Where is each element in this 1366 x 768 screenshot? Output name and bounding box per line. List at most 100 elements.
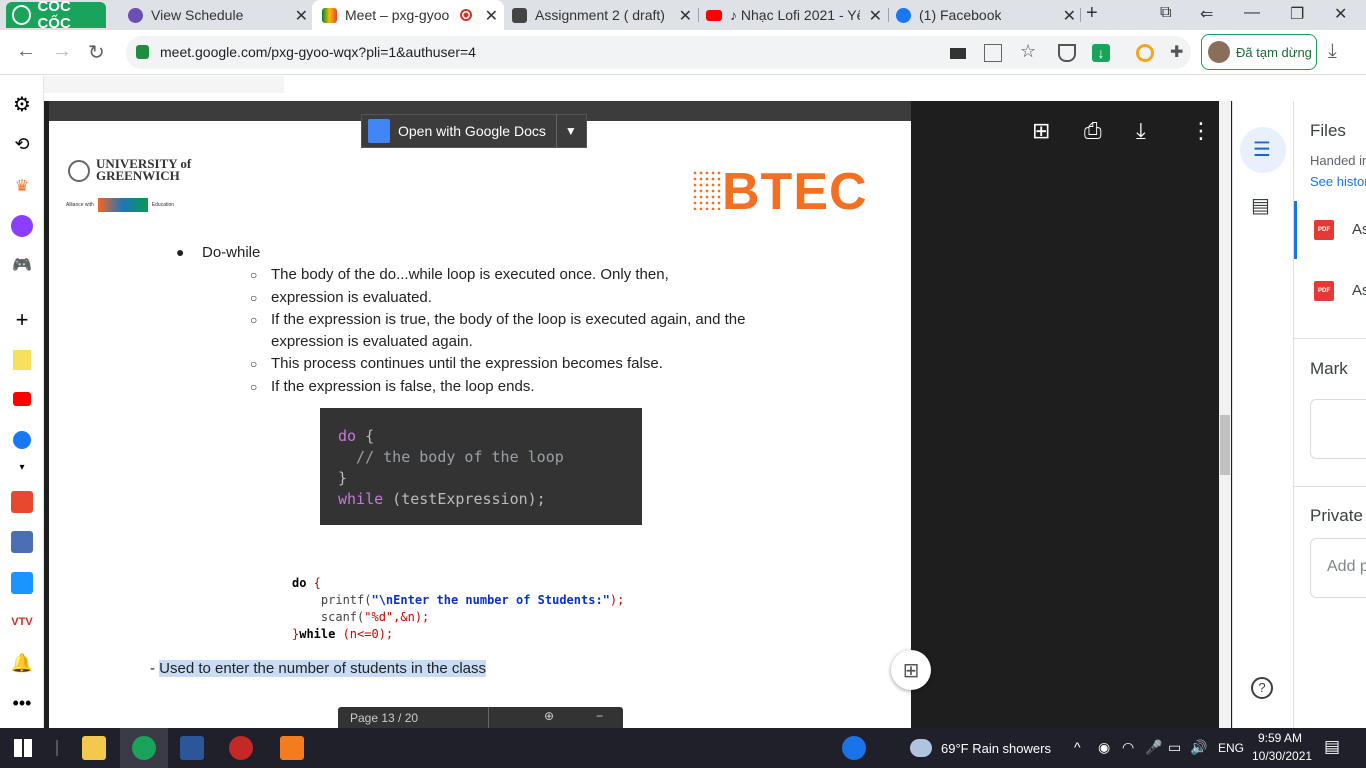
maximize-icon[interactable]: ❐ [1290,4,1304,24]
download-icon[interactable]: ⤓ [1136,118,1146,144]
reload-icon[interactable]: ↻ [88,40,105,65]
meet-tray-icon[interactable]: ◉ [1098,739,1110,756]
shield-icon[interactable] [1058,44,1076,62]
translate-icon[interactable] [984,44,1002,62]
bullet-icon: ● [176,244,185,260]
back-icon[interactable]: ← [16,40,36,63]
coccoc-extension-icon[interactable] [1136,44,1154,62]
open-with-google-docs-button[interactable]: Open with Google Docs ▼ [361,114,587,148]
close-tab-icon[interactable]: ✕ [485,6,498,26]
weather-text[interactable]: 69°F Rain showers [941,741,1051,756]
private-comment-title: Private [1310,506,1363,525]
file-explorer-icon[interactable] [82,736,106,760]
back-forward-cache-icon[interactable]: ⇐ [1200,4,1213,24]
notification-center-icon[interactable]: ▤ [1324,737,1340,757]
profile-paused-button[interactable]: Đã tạm dừng [1201,34,1317,70]
game-app-icon[interactable] [11,531,33,553]
clock-time[interactable]: 9:59 AM [1258,731,1302,745]
tab-youtube[interactable]: ♪ Nhạc Lofi 2021 - Yê ✕ [696,0,888,30]
tiki-icon[interactable] [11,572,33,594]
battery-icon[interactable]: ▭ [1168,739,1181,756]
pdf-file-icon: PDF [1314,220,1334,240]
close-tab-icon[interactable]: ✕ [1063,6,1076,26]
code-text: (testExpression); [383,490,546,508]
forward-icon[interactable]: → [52,40,72,63]
minimize-icon[interactable]: — [1244,4,1260,22]
windows-taskbar: 69°F Rain showers ^ ◉ ◠ 🎤 ▭ 🔊 ENG 9:59 A… [0,728,1366,768]
browser-brand[interactable]: CỐC CỐC [6,0,106,32]
url-text[interactable]: meet.google.com/pxg-gyoo-wqx?pli=1&authu… [160,44,476,60]
word-icon[interactable] [180,736,204,760]
dropdown-caret-icon[interactable]: ▼ [565,124,577,138]
history-icon[interactable]: ⟲ [11,133,33,155]
windows-start-icon[interactable] [14,739,32,757]
see-history-link[interactable]: See history [1310,174,1366,189]
comments-icon[interactable]: ▤ [1251,193,1270,218]
file-item-2[interactable]: As [1352,282,1366,299]
code-keyword: while [299,627,336,641]
tab-meet[interactable]: Meet – pxg-gyoo ✕ [312,0,504,30]
extensions-puzzle-icon[interactable]: ✚ [1170,42,1188,61]
camera-icon[interactable] [950,48,966,59]
code-comment: // the body of the loop [338,448,564,466]
new-tab-button[interactable]: + [1086,2,1098,25]
help-tips-icon[interactable] [842,736,866,760]
more-dots-icon[interactable]: ••• [11,692,33,714]
tab-view-schedule[interactable]: View Schedule ✕ [118,0,314,30]
input-language[interactable]: ENG [1218,741,1244,755]
add-sidebar-item-icon[interactable]: + [11,307,33,332]
more-vert-icon[interactable]: ⋮ [1190,118,1212,144]
coccoc-taskbar-icon[interactable] [132,736,156,760]
clock-date[interactable]: 10/30/2021 [1252,749,1312,763]
download-green-icon[interactable]: ↓ [1092,44,1110,62]
file-item-1[interactable]: As [1352,221,1366,238]
devcpp-icon[interactable] [229,736,253,760]
add-comment-icon[interactable]: ⊞ [1032,118,1050,144]
zoom-in-icon[interactable]: ⊕ [544,709,554,723]
zoom-out-icon[interactable]: − [596,709,603,723]
shopee-icon[interactable] [11,491,33,513]
volume-icon[interactable]: 🔊 [1190,739,1207,756]
close-tab-icon[interactable]: ✕ [679,6,692,26]
university-crest-icon [68,160,90,182]
browser-sidebar: ⚙ ⟲ ♛ 🎮 + ▾ VTV 🔔 ••• [0,76,44,728]
game-controller-icon[interactable]: 🎮 [11,254,33,276]
code-text: { [356,427,375,445]
notes-icon[interactable] [13,350,31,370]
downloads-icon[interactable]: ⤓ [1328,40,1337,63]
details-doc-icon[interactable]: ☰ [1253,137,1271,162]
show-hidden-icons-icon[interactable]: ^ [1074,739,1081,755]
scrollbar-thumb[interactable] [1220,415,1230,475]
youtube-sidebar-icon[interactable] [13,392,31,406]
close-tab-icon[interactable]: ✕ [295,6,308,26]
g-app-icon[interactable] [280,736,304,760]
code-text: printf( [292,593,372,607]
omnibox[interactable]: meet.google.com/pxg-gyoo-wqx?pli=1&authu… [126,36,1191,69]
crown-icon[interactable]: ♛ [11,175,33,197]
tab-facebook[interactable]: (1) Facebook ✕ [886,0,1082,30]
settings-gear-icon[interactable]: ⚙ [11,93,33,116]
window-close-icon[interactable]: ✕ [1334,4,1347,24]
add-private-comment-button[interactable]: ⊞ [891,650,931,690]
alliance-logo: Alliance with Education [66,198,174,212]
expand-chevron-icon[interactable]: ▾ [11,456,33,478]
vtv-icon[interactable]: VTV [11,611,33,633]
code-keyword: while [338,490,384,508]
mark-input[interactable] [1310,399,1366,459]
print-icon[interactable]: ⎙ [1084,118,1102,144]
bookmark-star-icon[interactable]: ☆ [1020,41,1038,61]
tab-search-icon[interactable]: ⧉ [1160,4,1171,22]
panel-divider [1294,486,1366,487]
code-text: (n<=0); [335,627,394,641]
wifi-icon[interactable]: ◠ [1122,739,1134,756]
microphone-icon[interactable]: 🎤 [1145,739,1162,756]
list-item-text: If the expression is true, the body of t… [271,311,746,328]
messenger-icon[interactable] [11,215,33,237]
add-comment-fab-icon: ⊞ [902,659,920,682]
tab-title: Assignment 2 ( draft) [535,7,665,23]
notification-bell-icon[interactable]: 🔔 [11,652,33,674]
close-tab-icon[interactable]: ✕ [869,6,882,26]
tab-assignment[interactable]: Assignment 2 ( draft) ✕ [502,0,698,30]
facebook-sidebar-icon[interactable] [13,431,31,449]
help-icon[interactable]: ? [1251,677,1273,699]
